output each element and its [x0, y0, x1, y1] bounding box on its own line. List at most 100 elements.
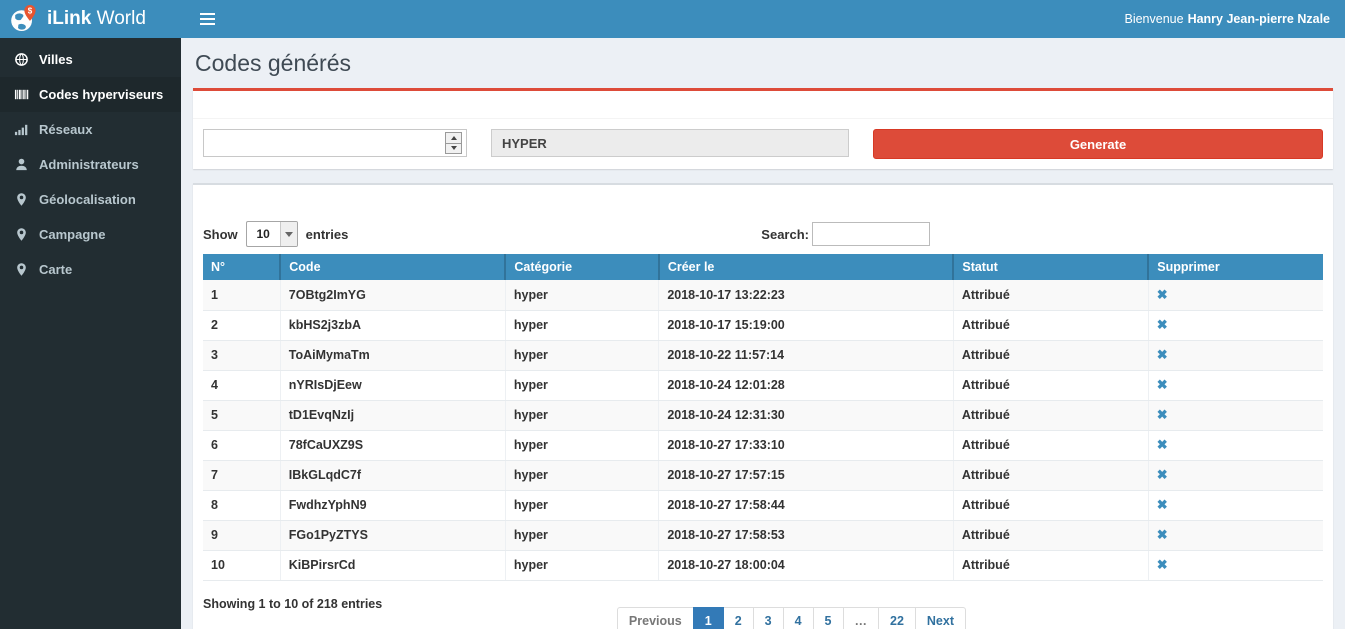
cell-created: 2018-10-27 17:58:53	[659, 520, 954, 550]
cell-n: 4	[203, 370, 280, 400]
sidebar-item-reseaux[interactable]: Réseaux	[0, 112, 181, 147]
cell-category: hyper	[505, 310, 658, 340]
navbar: Bienvenue Hanry Jean-pierre Nzale	[181, 0, 1345, 38]
brand-title: iLink World	[47, 8, 146, 30]
delete-code-button[interactable]: ✖	[1157, 377, 1168, 392]
cell-delete: ✖	[1148, 460, 1323, 490]
sidebar-item-label: Codes hyperviseurs	[39, 87, 163, 102]
cell-n: 1	[203, 280, 280, 310]
delete-code-button[interactable]: ✖	[1157, 557, 1168, 572]
delete-code-button[interactable]: ✖	[1157, 467, 1168, 482]
column-header-n[interactable]: N°	[203, 254, 280, 280]
show-label: Show	[203, 227, 238, 242]
pagination-previous[interactable]: Previous	[617, 607, 694, 629]
table-row: 7IBkGLqdC7fhyper2018-10-27 17:57:15Attri…	[203, 460, 1323, 490]
pagination-page-4[interactable]: 4	[783, 607, 814, 629]
generate-button[interactable]: Generate	[873, 129, 1323, 159]
sidebar-toggle-button[interactable]	[196, 7, 219, 31]
cell-n: 6	[203, 430, 280, 460]
cell-status: Attribué	[953, 370, 1148, 400]
cell-code: FGo1PyZTYS	[280, 520, 505, 550]
cell-delete: ✖	[1148, 280, 1323, 310]
svg-text:$: $	[28, 6, 33, 15]
generate-panel: Generate	[193, 88, 1333, 169]
column-header-code[interactable]: Code	[280, 254, 505, 280]
cell-status: Attribué	[953, 520, 1148, 550]
delete-code-button[interactable]: ✖	[1157, 347, 1168, 362]
cell-status: Attribué	[953, 550, 1148, 580]
cell-created: 2018-10-27 18:00:04	[659, 550, 954, 580]
generate-form: Generate	[193, 119, 1333, 169]
sidebar-item-carte[interactable]: Carte	[0, 252, 181, 287]
cell-delete: ✖	[1148, 340, 1323, 370]
pagination-next[interactable]: Next	[915, 607, 966, 629]
top-header: $ iLink World Bienvenue Hanry Jean-pierr…	[0, 0, 1345, 38]
quantity-input[interactable]	[203, 129, 467, 157]
stepper-up-icon[interactable]	[445, 132, 462, 143]
cell-created: 2018-10-24 12:31:30	[659, 400, 954, 430]
cell-n: 2	[203, 310, 280, 340]
sidebar-item-administrateurs[interactable]: Administrateurs	[0, 147, 181, 182]
cell-code: kbHS2j3zbA	[280, 310, 505, 340]
quantity-field-wrap	[203, 129, 467, 157]
cell-n: 5	[203, 400, 280, 430]
main-content: Codes générés Generate Show	[181, 38, 1345, 629]
cell-n: 9	[203, 520, 280, 550]
cell-code: 7OBtg2ImYG	[280, 280, 505, 310]
delete-code-button[interactable]: ✖	[1157, 407, 1168, 422]
table-row: 8FwdhzYphN9hyper2018-10-27 17:58:44Attri…	[203, 490, 1323, 520]
pagination-page-2[interactable]: 2	[723, 607, 754, 629]
search-control: Search:	[761, 222, 930, 246]
codes-table: N°CodeCatégorieCréer leStatutSupprimer 1…	[203, 254, 1323, 581]
delete-code-button[interactable]: ✖	[1157, 437, 1168, 452]
page-length-select[interactable]: 10	[246, 221, 298, 247]
cell-created: 2018-10-27 17:33:10	[659, 430, 954, 460]
delete-code-button[interactable]: ✖	[1157, 527, 1168, 542]
cell-status: Attribué	[953, 310, 1148, 340]
brand[interactable]: $ iLink World	[0, 0, 181, 38]
sidebar-item-label: Carte	[39, 262, 72, 277]
table-row: 4nYRIsDjEewhyper2018-10-24 12:01:28Attri…	[203, 370, 1323, 400]
table-row: 9FGo1PyZTYShyper2018-10-27 17:58:53Attri…	[203, 520, 1323, 550]
map-marker-icon	[14, 192, 29, 207]
sidebar-menu: Villes Codes hyperviseurs Réseaux Administr…	[0, 42, 181, 287]
chevron-down-icon	[280, 222, 297, 246]
sidebar-item-codes-hyperviseurs[interactable]: Codes hyperviseurs	[0, 77, 181, 112]
cell-status: Attribué	[953, 430, 1148, 460]
delete-code-button[interactable]: ✖	[1157, 287, 1168, 302]
search-input[interactable]	[812, 222, 930, 246]
column-header-creer-le[interactable]: Créer le	[659, 254, 954, 280]
cell-created: 2018-10-27 17:58:44	[659, 490, 954, 520]
logo-globe-pin-icon: $	[8, 3, 40, 35]
cell-code: tD1EvqNzIj	[280, 400, 505, 430]
column-header-categorie[interactable]: Catégorie	[505, 254, 658, 280]
cell-status: Attribué	[953, 400, 1148, 430]
delete-code-button[interactable]: ✖	[1157, 497, 1168, 512]
sidebar-item-campagne[interactable]: Campagne	[0, 217, 181, 252]
hamburger-icon	[200, 13, 215, 15]
table-row: 678fCaUXZ9Shyper2018-10-27 17:33:10Attri…	[203, 430, 1323, 460]
delete-code-button[interactable]: ✖	[1157, 317, 1168, 332]
pagination-page-5[interactable]: 5	[813, 607, 844, 629]
cell-created: 2018-10-17 13:22:23	[659, 280, 954, 310]
cell-n: 3	[203, 340, 280, 370]
cell-created: 2018-10-27 17:57:15	[659, 460, 954, 490]
cell-created: 2018-10-24 12:01:28	[659, 370, 954, 400]
user-icon	[14, 157, 29, 172]
category-input[interactable]	[491, 129, 849, 157]
column-header-statut[interactable]: Statut	[953, 254, 1148, 280]
pagination-page-22[interactable]: 22	[878, 607, 916, 629]
column-header-supprimer[interactable]: Supprimer	[1148, 254, 1323, 280]
sidebar-item-villes[interactable]: Villes	[0, 42, 181, 77]
cell-delete: ✖	[1148, 490, 1323, 520]
globe-icon	[14, 52, 29, 67]
user-name: Hanry Jean-pierre Nzale	[1188, 12, 1330, 26]
pagination-page-3[interactable]: 3	[753, 607, 784, 629]
sidebar-item-label: Administrateurs	[39, 157, 139, 172]
cell-delete: ✖	[1148, 400, 1323, 430]
cell-category: hyper	[505, 370, 658, 400]
sidebar-item-geolocalisation[interactable]: Géolocalisation	[0, 182, 181, 217]
quantity-stepper[interactable]	[445, 132, 462, 154]
stepper-down-icon[interactable]	[445, 143, 462, 155]
pagination-page-1[interactable]: 1	[693, 607, 724, 629]
